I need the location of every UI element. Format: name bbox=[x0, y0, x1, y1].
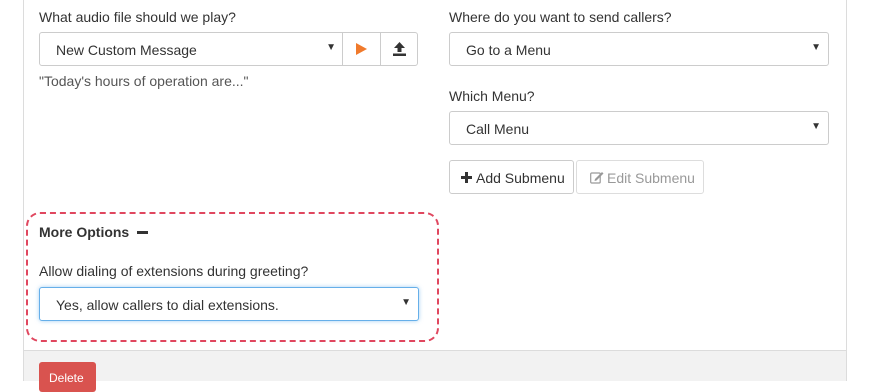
play-button[interactable] bbox=[342, 33, 380, 65]
menu-value: Call Menu bbox=[466, 121, 530, 137]
play-icon bbox=[356, 43, 367, 55]
add-submenu-label: Add Submenu bbox=[476, 170, 565, 186]
edit-icon bbox=[590, 172, 604, 184]
audio-file-value: New Custom Message bbox=[56, 42, 197, 58]
delete-label: Delete bbox=[49, 371, 84, 385]
plus-icon bbox=[461, 172, 472, 183]
audio-file-select[interactable]: New Custom Message ▼ bbox=[40, 33, 342, 65]
audio-input-group: New Custom Message ▼ bbox=[39, 32, 418, 66]
form-footer bbox=[23, 350, 847, 381]
add-submenu-button[interactable]: Add Submenu bbox=[449, 160, 574, 194]
edit-submenu-button[interactable]: Edit Submenu bbox=[576, 160, 704, 194]
extension-dialing-value: Yes, allow callers to dial extensions. bbox=[56, 297, 279, 313]
more-options-toggle[interactable]: More Options bbox=[39, 224, 129, 240]
destination-value: Go to a Menu bbox=[466, 42, 551, 58]
extension-dialing-select[interactable]: Yes, allow callers to dial extensions. ▼ bbox=[39, 287, 419, 321]
menu-question-label: Which Menu? bbox=[449, 88, 535, 104]
audio-question-label: What audio file should we play? bbox=[39, 9, 236, 25]
upload-button[interactable] bbox=[380, 33, 418, 65]
delete-button[interactable]: Delete bbox=[39, 362, 96, 392]
menu-select[interactable]: Call Menu ▼ bbox=[449, 111, 829, 145]
upload-icon bbox=[393, 42, 406, 56]
audio-preview-text: "Today's hours of operation are..." bbox=[39, 73, 249, 89]
chevron-down-icon: ▼ bbox=[326, 42, 336, 53]
collapse-minus-icon[interactable] bbox=[137, 231, 148, 234]
chevron-down-icon: ▼ bbox=[811, 121, 821, 132]
chevron-down-icon: ▼ bbox=[811, 42, 821, 53]
destination-question-label: Where do you want to send callers? bbox=[449, 9, 672, 25]
edit-submenu-label: Edit Submenu bbox=[607, 170, 695, 186]
extension-dialing-question-label: Allow dialing of extensions during greet… bbox=[39, 263, 309, 279]
chevron-down-icon: ▼ bbox=[401, 297, 411, 308]
destination-select[interactable]: Go to a Menu ▼ bbox=[449, 32, 829, 66]
